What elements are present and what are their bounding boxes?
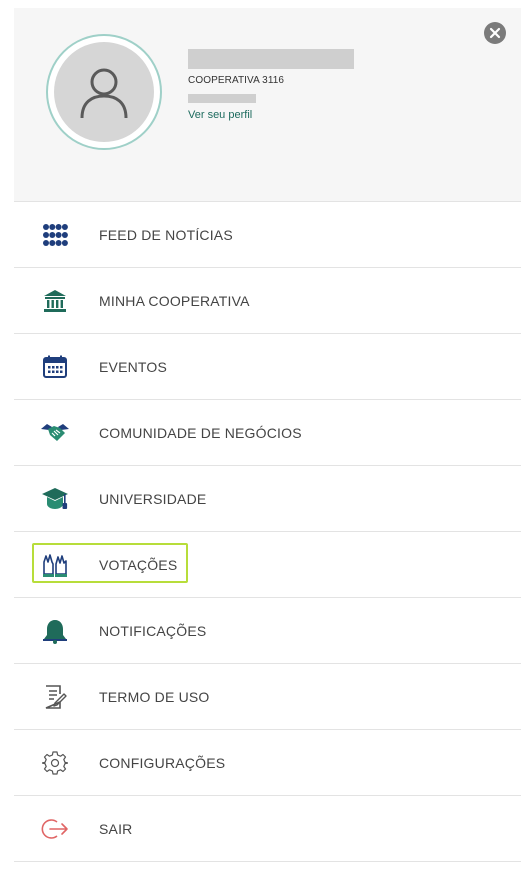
close-button[interactable] bbox=[484, 22, 506, 44]
exit-arrow-icon bbox=[40, 814, 70, 844]
avatar-placeholder bbox=[54, 42, 154, 142]
menu-item-comunidade[interactable]: COMUNIDADE DE NEGÓCIOS bbox=[14, 400, 521, 466]
cooperative-name: COOPERATIVA 3116 bbox=[188, 75, 285, 86]
menu-item-termo-de-uso[interactable]: TERMO DE USO bbox=[14, 664, 521, 730]
gear-icon bbox=[40, 748, 70, 778]
navigation-drawer: COOPERATIVA 3116 Ver seu perfil FEED DE … bbox=[14, 8, 521, 884]
graduation-cap-icon bbox=[40, 484, 70, 514]
menu-item-feed[interactable]: FEED DE NOTÍCIAS bbox=[14, 202, 521, 268]
profile-header: COOPERATIVA 3116 Ver seu perfil bbox=[14, 8, 521, 202]
view-profile-link[interactable]: Ver seu perfil bbox=[188, 109, 252, 121]
user-id-redacted bbox=[188, 94, 256, 103]
avatar[interactable] bbox=[46, 34, 162, 150]
raised-hands-icon bbox=[40, 550, 70, 580]
menu-item-label: TERMO DE USO bbox=[99, 688, 210, 705]
menu-item-label: VOTAÇÕES bbox=[99, 556, 178, 573]
bank-building-icon bbox=[40, 286, 70, 316]
menu-item-label: EVENTOS bbox=[99, 358, 168, 375]
menu-item-label: NOTIFICAÇÕES bbox=[99, 622, 207, 639]
grid-dots-icon bbox=[40, 220, 70, 250]
user-icon bbox=[80, 68, 128, 119]
menu-item-configuracoes[interactable]: CONFIGURAÇÕES bbox=[14, 730, 521, 796]
menu-item-notificacoes[interactable]: NOTIFICAÇÕES bbox=[14, 598, 521, 664]
menu-item-label: MINHA COOPERATIVA bbox=[99, 292, 250, 309]
handshake-icon bbox=[40, 418, 70, 448]
menu-item-universidade[interactable]: UNIVERSIDADE bbox=[14, 466, 521, 532]
menu-item-cooperativa[interactable]: MINHA COOPERATIVA bbox=[14, 268, 521, 334]
menu-item-sair[interactable]: SAIR bbox=[14, 796, 521, 862]
bell-icon bbox=[40, 616, 70, 646]
user-name-redacted bbox=[188, 49, 354, 69]
menu-item-votacoes[interactable]: VOTAÇÕES bbox=[14, 532, 521, 598]
close-icon bbox=[489, 27, 501, 39]
menu-item-label: SAIR bbox=[99, 820, 133, 837]
menu-item-label: CONFIGURAÇÕES bbox=[99, 754, 226, 771]
document-edit-icon bbox=[40, 682, 70, 712]
calendar-icon bbox=[40, 352, 70, 382]
menu-list: FEED DE NOTÍCIAS MINHA COOPERATIVA EVENT… bbox=[14, 202, 521, 862]
menu-item-label: COMUNIDADE DE NEGÓCIOS bbox=[99, 424, 302, 441]
menu-item-label: FEED DE NOTÍCIAS bbox=[99, 226, 233, 243]
menu-item-eventos[interactable]: EVENTOS bbox=[14, 334, 521, 400]
menu-item-label: UNIVERSIDADE bbox=[99, 490, 207, 507]
